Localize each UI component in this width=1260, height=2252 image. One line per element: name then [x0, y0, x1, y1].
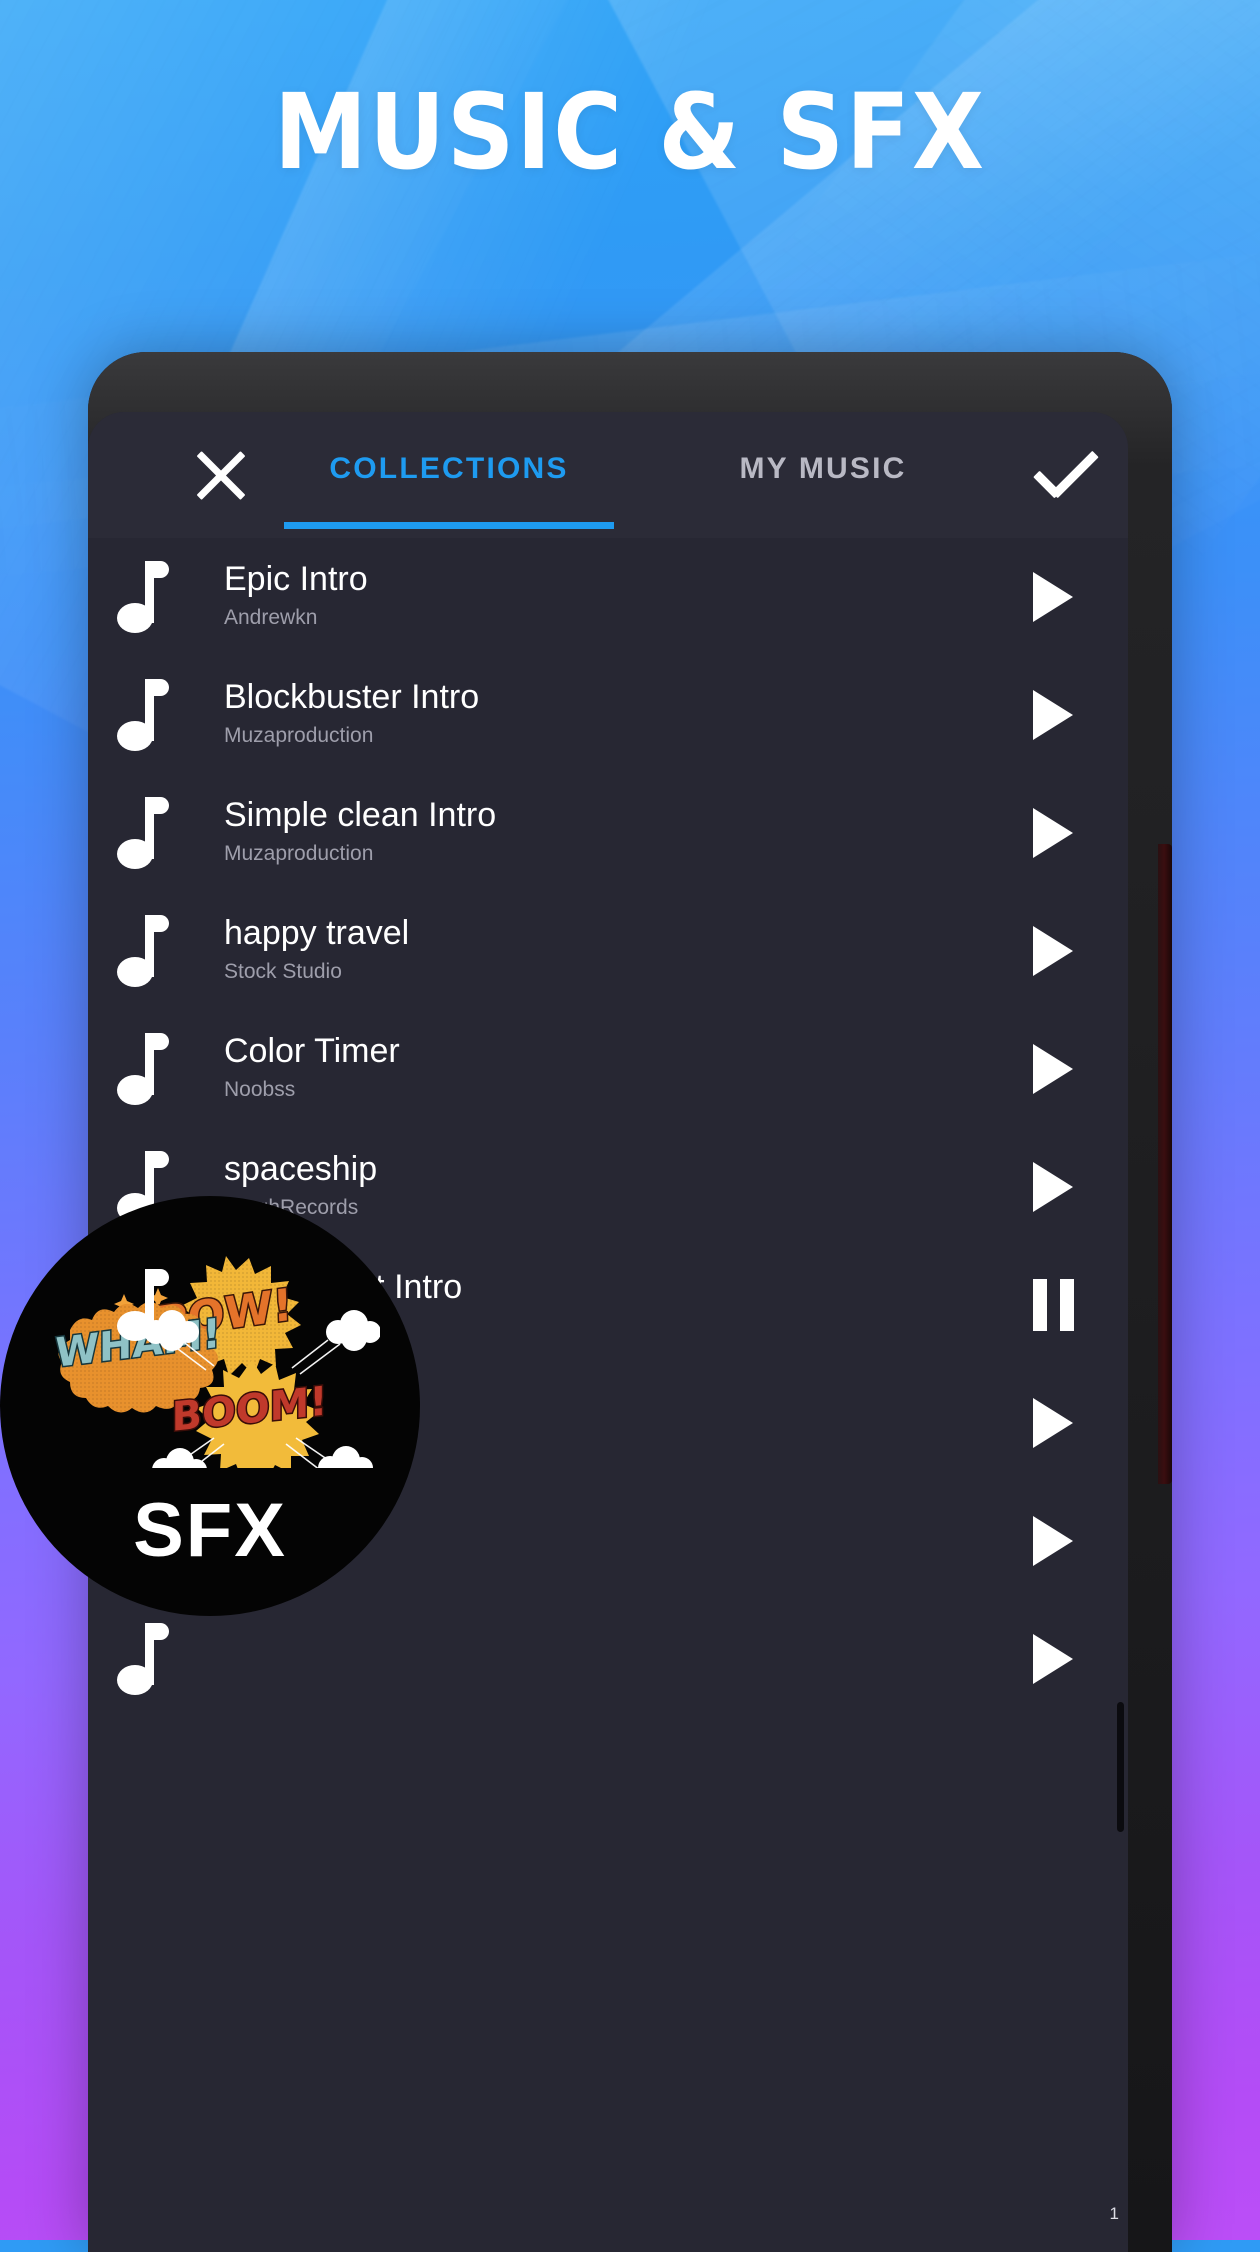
app-tabbar: COLLECTIONS MY MUSIC [88, 412, 1128, 538]
play-icon [1033, 1162, 1073, 1212]
play-button[interactable] [978, 538, 1128, 656]
track-row[interactable] [88, 1600, 1128, 1718]
track-meta: Simple clean Intro Muzaproduction [198, 796, 978, 870]
page-number: 1 [1109, 2204, 1119, 2223]
track-row[interactable]: Color Timer Noobss [88, 1010, 1128, 1128]
track-row[interactable]: Epic Intro Andrewkn [88, 538, 1128, 656]
play-icon [1033, 690, 1073, 740]
phone-side-button[interactable] [1158, 844, 1172, 1484]
track-title: Blockbuster Intro [224, 678, 480, 717]
track-artist: Muzaproduction [224, 842, 374, 866]
music-note-icon [88, 538, 198, 656]
play-icon [1033, 926, 1073, 976]
track-title: Simple clean Intro [224, 796, 497, 835]
music-note-icon [88, 656, 198, 774]
check-stroke [1051, 450, 1099, 499]
track-artist: Noobss [224, 1078, 296, 1102]
play-icon [1033, 1634, 1073, 1684]
track-title: Color Timer [224, 1032, 400, 1071]
play-button[interactable] [978, 1128, 1128, 1246]
music-note-icon [88, 1010, 198, 1128]
music-note-icon [88, 892, 198, 1010]
close-icon[interactable] [192, 446, 250, 504]
play-icon [1033, 572, 1073, 622]
scrollbar-thumb[interactable] [1117, 1702, 1124, 1832]
play-button[interactable] [978, 1482, 1128, 1600]
play-icon [1033, 1044, 1073, 1094]
music-note-icon [88, 1600, 198, 1718]
play-button[interactable] [978, 774, 1128, 892]
play-button[interactable] [978, 892, 1128, 1010]
track-meta: Color Timer Noobss [198, 1032, 978, 1106]
track-title: Epic Intro [224, 560, 368, 599]
track-meta: Epic Intro Andrewkn [198, 560, 978, 634]
track-artist: Stock Studio [224, 960, 342, 984]
play-icon [1033, 1398, 1073, 1448]
play-button[interactable] [978, 1010, 1128, 1128]
track-meta: Blockbuster Intro Muzaproduction [198, 678, 978, 752]
track-title: spaceship [224, 1150, 378, 1189]
sfx-badge: POW! WHAM! BOOM! SFX [0, 1196, 420, 1616]
comic-burst-illustration: POW! WHAM! BOOM! [54, 1256, 380, 1468]
track-row[interactable]: happy travel Stock Studio [88, 892, 1128, 1010]
tab-collections[interactable]: COLLECTIONS [284, 452, 614, 486]
play-button[interactable] [978, 1364, 1128, 1482]
promo-headline: MUSIC & SFX [273, 71, 987, 193]
active-tab-indicator [284, 522, 614, 529]
play-icon [1033, 808, 1073, 858]
track-meta: happy travel Stock Studio [198, 914, 978, 988]
music-note-icon [88, 774, 198, 892]
sfx-badge-label: SFX [133, 1488, 287, 1573]
track-row[interactable]: Blockbuster Intro Muzaproduction [88, 656, 1128, 774]
track-meta: spaceship BurghRecords [198, 1150, 978, 1224]
pause-icon [1032, 1279, 1074, 1331]
play-icon [1033, 1516, 1073, 1566]
track-meta [198, 1657, 978, 1661]
track-artist: Andrewkn [224, 606, 318, 630]
pause-button[interactable] [978, 1246, 1128, 1364]
check-icon[interactable] [1028, 446, 1099, 508]
track-title: happy travel [224, 914, 410, 953]
track-row[interactable]: Simple clean Intro Muzaproduction [88, 774, 1128, 892]
track-artist: Muzaproduction [224, 724, 374, 748]
play-button[interactable] [978, 1600, 1128, 1718]
play-button[interactable] [978, 656, 1128, 774]
tab-my-music[interactable]: MY MUSIC [658, 452, 988, 486]
track-artist: BurghRecords [224, 1196, 359, 1220]
